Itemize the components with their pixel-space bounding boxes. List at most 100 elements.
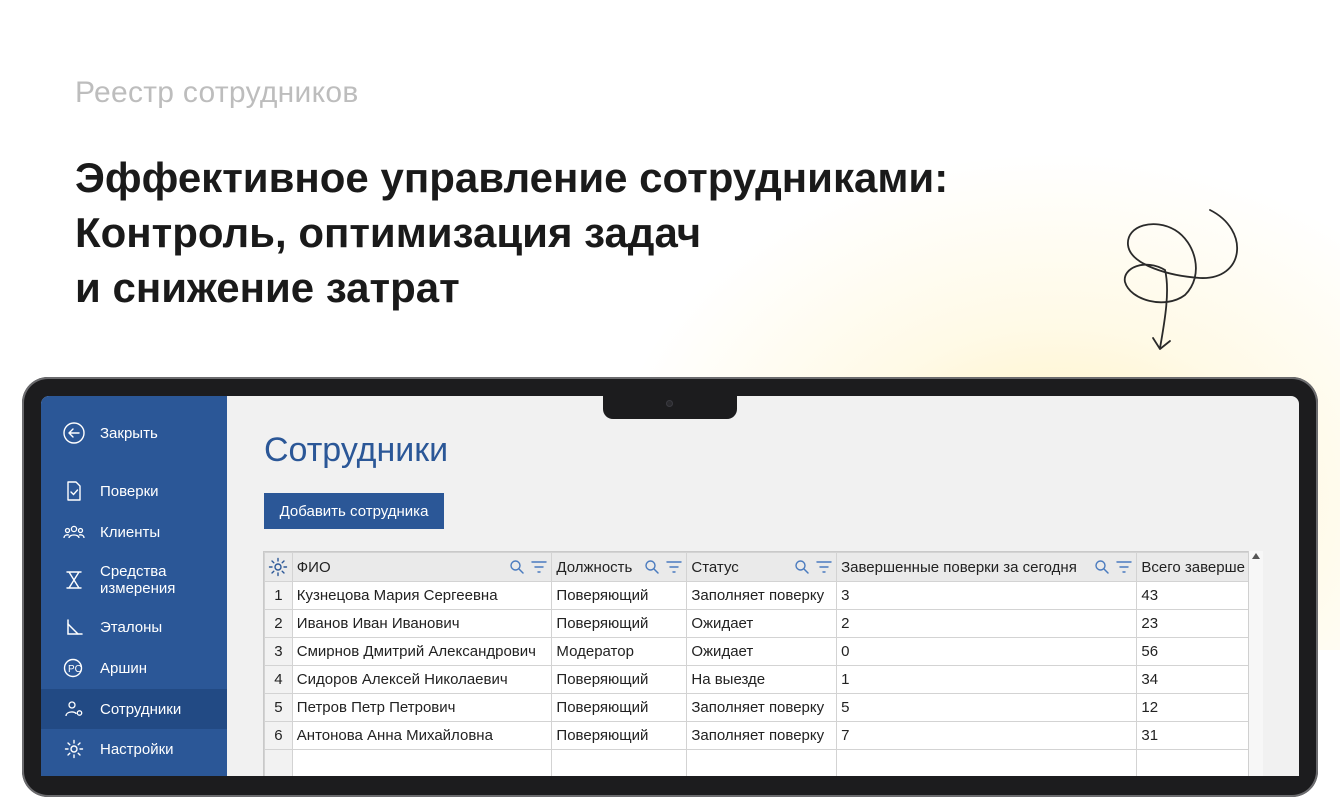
filter-icon[interactable] <box>1116 559 1133 575</box>
cell-total[interactable]: 34 <box>1136 665 1250 694</box>
search-icon[interactable] <box>1094 559 1110 575</box>
row-number: 2 <box>264 609 293 638</box>
cell-status[interactable]: На выезде <box>686 665 838 694</box>
row-number: 4 <box>264 665 293 694</box>
search-icon[interactable] <box>644 559 660 575</box>
arshin-logo-icon: PC <box>63 657 85 679</box>
filter-icon[interactable] <box>816 559 832 575</box>
search-icon[interactable] <box>794 559 810 575</box>
sidebar-item-instruments[interactable]: Средства измерения <box>41 560 227 600</box>
cell-role[interactable]: Поверяющий <box>551 665 688 694</box>
camera-icon <box>666 400 673 407</box>
sidebar-item-label: Эталоны <box>100 618 163 636</box>
sidebar-item-arshin[interactable]: PC Аршин <box>41 653 227 683</box>
cell-role[interactable]: Поверяющий <box>551 609 688 638</box>
sidebar-item-close[interactable]: Закрыть <box>41 418 227 448</box>
cell-fio[interactable]: Антонова Анна Михайловна <box>291 721 553 750</box>
squiggle-arrow-icon <box>1124 209 1238 350</box>
cell-completed-today[interactable]: 5 <box>836 693 1138 722</box>
add-employee-button[interactable]: Добавить сотрудника <box>264 493 444 529</box>
sidebar-item-label: Поверки <box>100 482 159 500</box>
filter-icon[interactable] <box>666 559 683 575</box>
row-number: 3 <box>264 637 293 666</box>
sidebar-item-label: Настройки <box>100 740 174 758</box>
cell-role[interactable]: Модератор <box>551 637 688 666</box>
table-row[interactable]: 3 Смирнов Дмитрий Александрович Модерато… <box>264 637 1250 666</box>
cell-fio[interactable]: Иванов Иван Иванович <box>291 609 553 638</box>
cell-total[interactable]: 23 <box>1136 609 1250 638</box>
cell-fio[interactable]: Сидоров Алексей Николаевич <box>291 665 553 694</box>
employees-grid: ФИО Должность Статус Завершенные поверки… <box>264 552 1250 776</box>
sidebar-item-checks[interactable]: Поверки <box>41 476 227 506</box>
column-header-label: ФИО <box>296 558 331 576</box>
cell-total[interactable]: 12 <box>1136 693 1250 722</box>
cell-status[interactable]: Заполняет поверку <box>686 581 838 610</box>
cell-role[interactable]: Поверяющий <box>551 721 688 750</box>
table-row[interactable]: 4 Сидоров Алексей Николаевич Поверяющий … <box>264 665 1250 694</box>
hourglass-icon <box>63 569 85 591</box>
table-row[interactable] <box>264 749 1250 776</box>
headline: Эффективное управление сотрудниками: Кон… <box>75 150 948 315</box>
gear-icon <box>63 738 85 760</box>
sidebar-item-label: Сотрудники <box>100 700 182 718</box>
cell-total[interactable] <box>1136 749 1250 776</box>
column-settings-button[interactable] <box>264 552 293 582</box>
cell-status[interactable]: Ожидает <box>686 609 838 638</box>
headline-line-3: и снижение затрат <box>75 264 460 311</box>
cell-completed-today[interactable]: 0 <box>836 637 1138 666</box>
column-header-status[interactable]: Статус <box>686 552 838 582</box>
search-icon[interactable] <box>509 559 525 575</box>
cell-role[interactable]: Поверяющий <box>551 581 688 610</box>
column-header-label: Статус <box>691 558 739 576</box>
users-icon <box>63 521 85 543</box>
column-header-role[interactable]: Должность <box>551 552 688 582</box>
column-header-total[interactable]: Всего заверше <box>1136 552 1250 582</box>
sidebar-item-standards[interactable]: Эталоны <box>41 612 227 642</box>
table-row[interactable]: 5 Петров Петр Петрович Поверяющий Заполн… <box>264 693 1250 722</box>
camera-notch <box>603 396 737 419</box>
cell-total[interactable]: 31 <box>1136 721 1250 750</box>
sidebar-item-employees[interactable]: Сотрудники <box>41 689 227 729</box>
sidebar-item-label: Клиенты <box>100 523 161 541</box>
cell-total[interactable]: 56 <box>1136 637 1250 666</box>
headline-line-1: Эффективное управление сотрудниками: <box>75 154 949 201</box>
app-screen: Закрыть Поверки Клиенты Средства измерен… <box>41 396 1299 776</box>
cell-status[interactable]: Заполняет поверку <box>686 693 838 722</box>
cell-fio[interactable]: Смирнов Дмитрий Александрович <box>291 637 553 666</box>
cell-fio[interactable]: Петров Петр Петрович <box>291 693 553 722</box>
cell-status[interactable] <box>686 749 838 776</box>
column-header-label: Всего заверше <box>1141 558 1245 576</box>
cell-status[interactable]: Заполняет поверку <box>686 721 838 750</box>
cell-status[interactable]: Ожидает <box>686 637 838 666</box>
sidebar-item-settings[interactable]: Настройки <box>41 734 227 764</box>
scroll-up-arrow-icon[interactable] <box>1252 553 1260 559</box>
column-header-completed-today[interactable]: Завершенные поверки за сегодня <box>836 552 1138 582</box>
table-scrollbar[interactable] <box>1248 551 1263 776</box>
cell-completed-today[interactable]: 7 <box>836 721 1138 750</box>
employee-settings-icon <box>63 698 85 720</box>
gear-icon <box>269 557 288 577</box>
employees-table: ФИО Должность Статус Завершенные поверки… <box>263 551 1251 776</box>
document-check-icon <box>63 480 85 502</box>
cell-fio[interactable] <box>291 749 553 776</box>
row-number: 6 <box>264 721 293 750</box>
column-header-fio[interactable]: ФИО <box>291 552 553 582</box>
table-row[interactable]: 1 Кузнецова Мария Сергеевна Поверяющий З… <box>264 581 1250 610</box>
ruler-triangle-icon <box>63 616 85 638</box>
cell-role[interactable]: Поверяющий <box>551 693 688 722</box>
sidebar-item-label: Средства измерения <box>100 563 176 597</box>
cell-completed-today[interactable] <box>836 749 1138 776</box>
cell-completed-today[interactable]: 2 <box>836 609 1138 638</box>
cell-fio[interactable]: Кузнецова Мария Сергеевна <box>291 581 553 610</box>
row-number: 1 <box>264 581 293 610</box>
cell-completed-today[interactable]: 1 <box>836 665 1138 694</box>
cell-total[interactable]: 43 <box>1136 581 1250 610</box>
table-row[interactable]: 2 Иванов Иван Иванович Поверяющий Ожидае… <box>264 609 1250 638</box>
cell-role[interactable] <box>551 749 688 776</box>
sidebar-item-clients[interactable]: Клиенты <box>41 517 227 547</box>
cell-completed-today[interactable]: 3 <box>836 581 1138 610</box>
svg-text:PC: PC <box>68 664 82 675</box>
headline-line-2: Контроль, оптимизация задач <box>75 209 702 256</box>
table-row[interactable]: 6 Антонова Анна Михайловна Поверяющий За… <box>264 721 1250 750</box>
filter-icon[interactable] <box>531 559 548 575</box>
